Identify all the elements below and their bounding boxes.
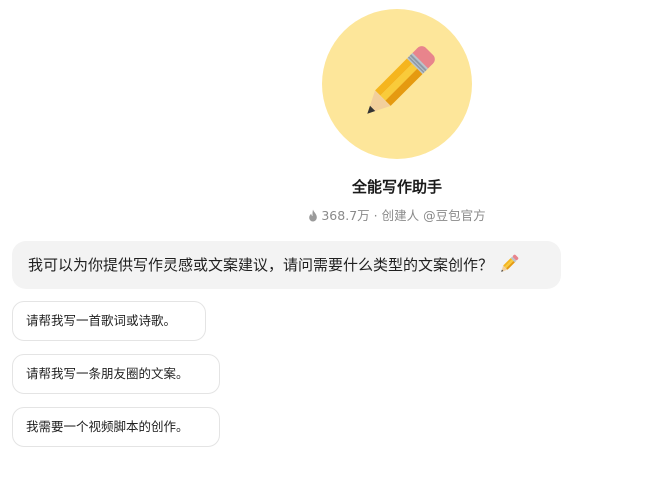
creator-link[interactable]: 创建人 @豆包官方 [382,208,486,223]
flame-icon [308,209,318,225]
bot-avatar [322,9,472,159]
bot-name: 全能写作助手 [351,178,442,196]
welcome-message: 我可以为你提供写作灵感或文案建议，请问需要什么类型的文案创作？ [12,241,561,289]
pencil-icon [367,46,435,114]
suggestion-chip[interactable]: 我需要一个视频脚本的创作。 [12,407,220,447]
bot-meta: 368.7万 · 创建人 @豆包官方 [240,205,554,225]
popularity-count: 368.7万 [321,208,370,223]
pencil-icon [499,245,519,293]
suggestion-chip[interactable]: 请帮我写一首歌词或诗歌。 [12,301,206,341]
welcome-text: 我可以为你提供写作灵感或文案建议，请问需要什么类型的文案创作？ [28,256,494,274]
meta-separator: · [373,208,378,223]
suggestion-chip[interactable]: 请帮我写一条朋友圈的文案。 [12,354,220,394]
